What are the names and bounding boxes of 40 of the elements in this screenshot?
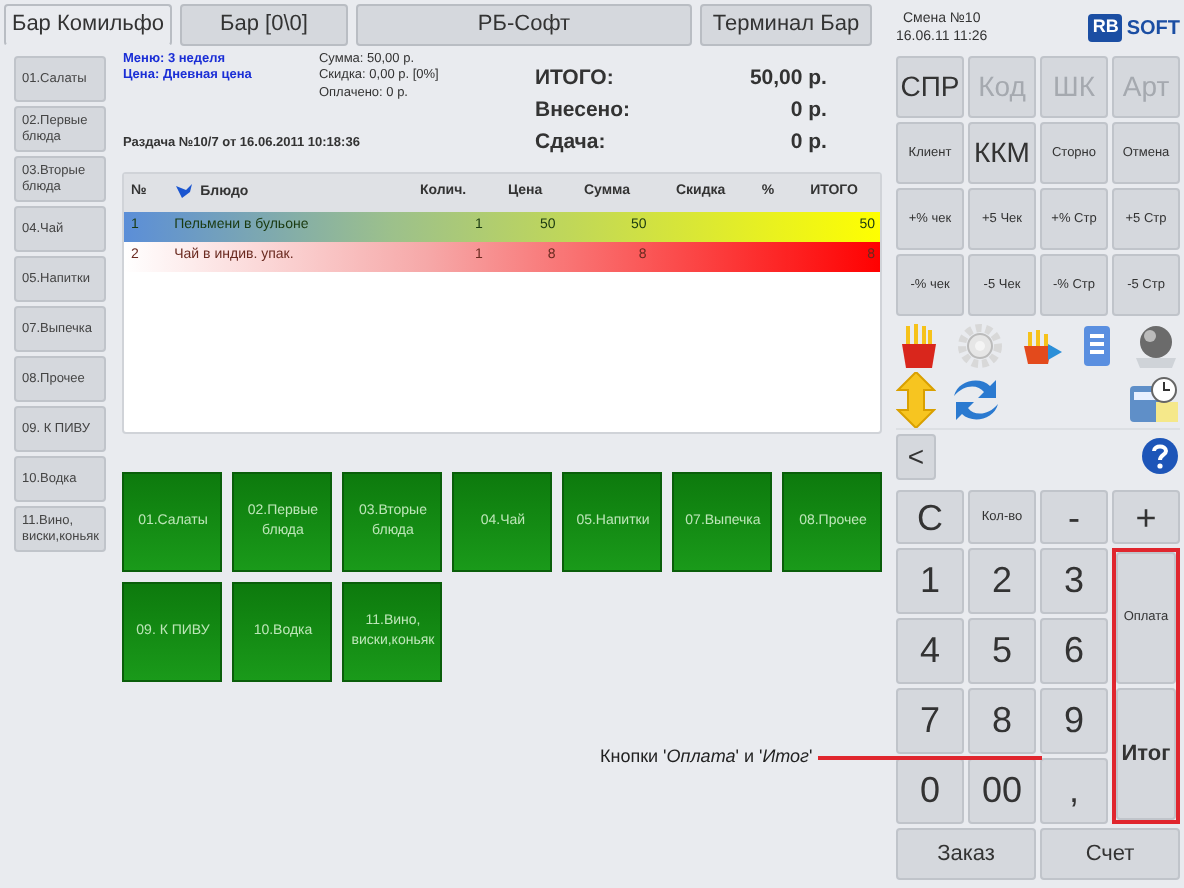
total-value: 0 р. <box>790 127 827 157</box>
tab[interactable]: Бар [0\0] <box>180 4 348 46</box>
keypad-button[interactable]: Счет <box>1040 828 1180 880</box>
total-label: ИТОГО: <box>534 64 614 94</box>
keypad-button[interactable]: - <box>1040 490 1108 544</box>
keypad-button[interactable]: 00 <box>968 758 1036 824</box>
total-value: 0 р. <box>790 95 827 126</box>
total-label: Внесено: <box>534 95 631 126</box>
keypad-button[interactable]: 9 <box>1040 688 1108 754</box>
keypad-button[interactable]: , <box>1040 758 1108 824</box>
keypad-button[interactable]: 2 <box>968 548 1036 614</box>
tab[interactable]: РБ-Софт <box>356 4 692 46</box>
pin-icon <box>174 182 195 200</box>
keypad-button[interactable]: C <box>896 490 964 544</box>
calculator-icon[interactable] <box>1128 374 1180 426</box>
keypad-button[interactable]: Заказ <box>896 828 1036 880</box>
keypad-button[interactable]: 5 <box>968 618 1036 684</box>
document-icon[interactable] <box>1080 321 1116 369</box>
logo: RB SOFT <box>1088 13 1180 43</box>
up-down-arrow-icon[interactable] <box>896 372 936 428</box>
keypad-button[interactable]: 1 <box>896 548 964 614</box>
back-button[interactable]: < <box>896 433 936 479</box>
total-label: Сдача: <box>534 127 606 157</box>
function-button[interactable]: ККМ <box>968 122 1036 184</box>
keypad-button[interactable]: 7 <box>896 688 964 754</box>
tab[interactable]: Бар Комильфо <box>4 4 172 46</box>
function-button[interactable]: СПР <box>896 56 964 118</box>
keypad-button[interactable]: 3 <box>1040 548 1108 614</box>
globe-icon[interactable] <box>1132 321 1180 369</box>
keypad-button[interactable]: Итог <box>1116 688 1176 820</box>
tab[interactable]: Терминал Бар <box>700 4 872 46</box>
annotation-text: Кнопки 'Оплата' и 'Итог' <box>600 744 813 770</box>
keypad-button[interactable]: 6 <box>1040 618 1108 684</box>
keypad-button[interactable]: 0 <box>896 758 964 824</box>
help-icon[interactable] <box>1140 436 1180 476</box>
total-value: 50,00 р. <box>749 64 827 94</box>
keypad-button[interactable]: + <box>1112 490 1180 544</box>
keypad-button[interactable]: 8 <box>968 688 1036 754</box>
fries-icon[interactable] <box>896 321 940 369</box>
keypad-button[interactable]: 4 <box>896 618 964 684</box>
